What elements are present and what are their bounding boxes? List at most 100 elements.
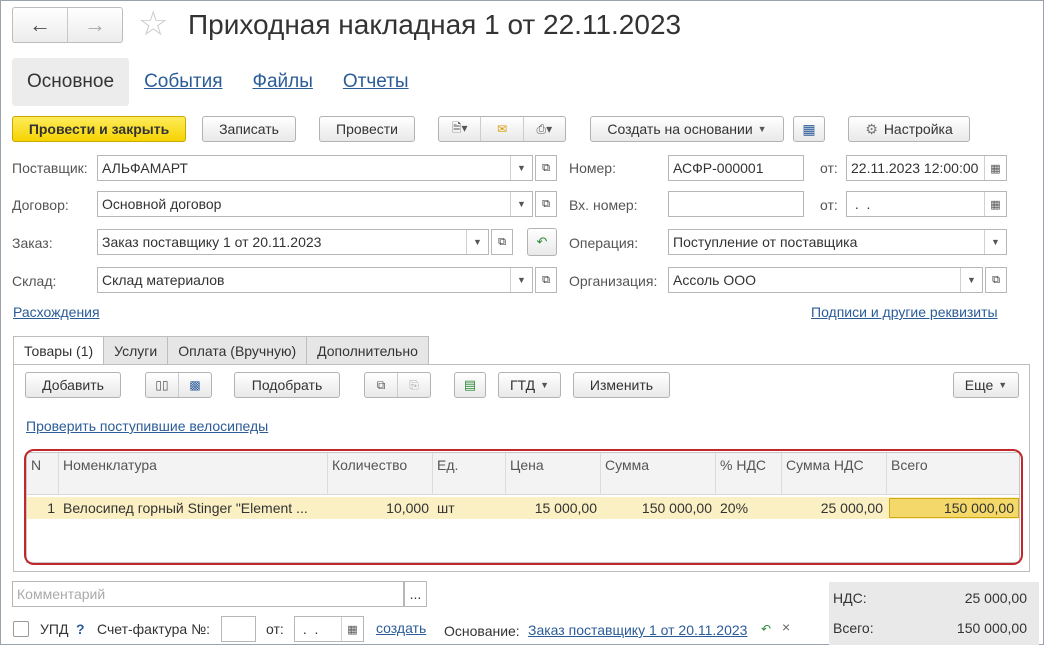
printer-icon[interactable]: ⎙▾ [522,117,565,141]
tab-payment[interactable]: Оплата (Вручную) [167,336,308,364]
basis-link[interactable]: Заказ поставщику 1 от 20.11.2023 [528,622,747,638]
copy-icon[interactable]: ⧉ [365,373,397,397]
in-date-from-label: от: [820,197,838,213]
star-icon[interactable]: ☆ [138,6,168,42]
supplier-label: Поставщик: [12,160,88,176]
date-field[interactable]: 22.11.2023 12:00:00 ▦ [846,155,1007,181]
invoice-number-field[interactable] [221,616,256,642]
help-icon[interactable]: ? [76,620,85,638]
arrow-left-icon[interactable]: ← [13,8,67,42]
barcode-icon[interactable]: ▯▯ [146,373,178,397]
operation-label: Операция: [569,235,639,251]
chevron-down-icon: ▼ [540,380,550,390]
totals-panel: НДС: 25 000,00 Всего: 150 000,00 [829,582,1039,645]
invoice-date-field[interactable]: . . ▦ [294,616,364,642]
add-button[interactable]: Добавить [25,372,121,398]
settings-label: Настройка [883,121,953,137]
chevron-down-icon[interactable]: ▼ [960,268,982,292]
goods-tabs: Товары (1) Услуги Оплата (Вручную) Допол… [13,336,429,365]
scanner-icon[interactable]: ▩ [178,373,211,397]
supplier-value: АЛЬФАМАРТ [102,160,188,176]
date-from-label: от: [820,160,838,176]
supplier-field[interactable]: АЛЬФАМАРТ ▼ [97,155,533,181]
nav-buttons: ← → [12,7,123,43]
grand-total-value: 150 000,00 [956,620,1027,636]
basis-refresh-icon[interactable]: ↶ [761,620,771,638]
chevron-down-icon[interactable]: ▼ [466,230,488,254]
operation-field[interactable]: Поступление от поставщика ▼ [668,229,1007,255]
fill-by-order-icon[interactable]: ↶ [527,228,557,256]
number-field[interactable]: АСФР-000001 [668,155,804,181]
vat-total-label: НДС: [833,590,867,606]
calendar-icon[interactable]: ▦ [341,617,363,641]
chevron-down-icon[interactable]: ▼ [510,192,532,216]
section-tabs: Основное События Файлы Отчеты [12,58,424,106]
open-icon[interactable]: ⧉ [535,267,557,293]
gear-icon: ⚙ [865,120,878,137]
tab-goods[interactable]: Товары (1) [13,336,105,365]
settings-button[interactable]: ⚙ Настройка [848,116,970,142]
signatures-link[interactable]: Подписи и другие реквизиты [811,304,998,320]
gtd-button[interactable]: ГТД ▼ [498,372,561,398]
order-label: Заказ: [12,235,53,251]
comment-expand-button[interactable]: ... [404,581,427,607]
open-icon[interactable]: ⧉ [535,191,557,217]
grand-total-label: Всего: [833,620,874,636]
open-icon[interactable]: ⧉ [491,229,513,255]
upd-label: УПД [40,621,69,637]
tab-main[interactable]: Основное [12,58,130,106]
in-number-field[interactable] [668,191,804,217]
arrow-right-icon[interactable]: → [67,8,122,42]
toolbar-icon-group: 🗎▾ ✉ ⎙▾ [438,116,566,142]
chevron-down-icon[interactable]: ▼ [510,156,532,180]
discrepancies-link[interactable]: Расхождения [13,304,100,320]
create-invoice-link[interactable]: создать [376,620,426,636]
organization-field[interactable]: Ассоль ООО ▼ [668,267,983,293]
post-and-close-button[interactable]: Провести и закрыть [12,116,186,142]
barcode-group: ▯▯ ▩ [145,372,212,398]
calendar-icon[interactable]: ▦ [984,192,1006,216]
contract-label: Договор: [12,197,69,213]
save-button[interactable]: Записать [202,116,296,142]
post-button[interactable]: Провести [319,116,415,142]
structure-icon[interactable]: ▦ [793,116,825,142]
in-number-label: Вх. номер: [569,197,638,213]
upd-checkbox[interactable] [13,621,29,637]
highlight-annotation [24,449,1023,565]
envelope-icon[interactable]: ✉ [480,117,522,141]
organization-label: Организация: [569,273,658,289]
chevron-down-icon: ▼ [998,380,1008,390]
order-value: Заказ поставщику 1 от 20.11.2023 [102,234,322,250]
tab-additional[interactable]: Дополнительно [306,336,429,364]
comment-placeholder: Комментарий [17,586,106,602]
fill-icon[interactable]: ▤ [454,372,486,398]
clear-basis-button[interactable]: × [782,618,790,636]
calendar-icon[interactable]: ▦ [984,156,1006,180]
comment-field[interactable]: Комментарий [12,581,404,607]
document-report-icon[interactable]: 🗎▾ [439,117,480,141]
basis-label: Основание: [444,623,520,639]
open-icon[interactable]: ⧉ [985,267,1007,293]
change-button[interactable]: Изменить [573,372,670,398]
check-bicycles-link[interactable]: Проверить поступившие велосипеды [26,418,268,434]
pick-button[interactable]: Подобрать [234,372,340,398]
order-field[interactable]: Заказ поставщику 1 от 20.11.2023 ▼ [97,229,489,255]
in-date-field[interactable]: . . ▦ [846,191,1007,217]
organization-value: Ассоль ООО [673,272,756,288]
contract-field[interactable]: Основной договор ▼ [97,191,533,217]
open-icon[interactable]: ⧉ [535,155,557,181]
vat-total-value: 25 000,00 [964,590,1027,606]
page-title: Приходная накладная 1 от 22.11.2023 [188,9,682,40]
invoice-label: Счет-фактура №: [97,621,211,637]
tab-files[interactable]: Файлы [238,58,328,106]
grand-total-row: Всего: 150 000,00 [829,620,1039,644]
paste-icon[interactable]: ⎘ [397,373,430,397]
chevron-down-icon[interactable]: ▼ [984,230,1006,254]
create-based-on-button[interactable]: Создать на основании ▼ [590,116,784,142]
chevron-down-icon[interactable]: ▼ [510,268,532,292]
tab-services[interactable]: Услуги [103,336,169,364]
more-button[interactable]: Еще ▼ [953,372,1019,398]
tab-reports[interactable]: Отчеты [328,58,424,106]
tab-events[interactable]: События [129,58,237,106]
warehouse-field[interactable]: Склад материалов ▼ [97,267,533,293]
